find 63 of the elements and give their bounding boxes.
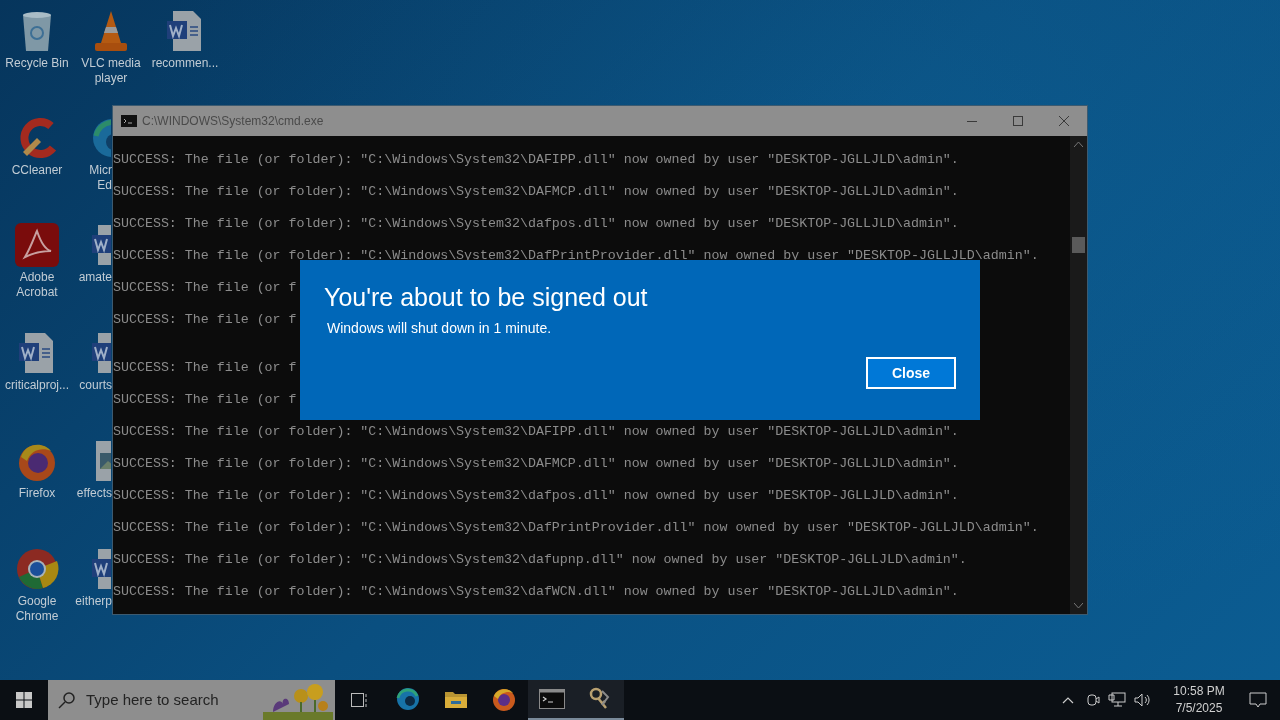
console-icon — [539, 689, 565, 709]
firefox-icon — [491, 686, 517, 712]
search-input[interactable]: Type here to search — [86, 688, 266, 712]
console-output-line: SUCCESS: The file (or folder): "C:\Windows\System32\dafupnp.dll" now owned by user "DESKTOP-JGLLJLD\admin". — [113, 552, 967, 567]
desktop-icon-label[interactable]: criticalproj... — [5, 378, 69, 393]
webcam-icon[interactable] — [1086, 692, 1100, 708]
taskbar-app-button[interactable] — [528, 680, 576, 720]
desktop-icon-label[interactable]: player — [94, 71, 128, 86]
minimize-icon — [967, 120, 977, 122]
flowers-icon — [263, 682, 333, 720]
volume-icon[interactable] — [1134, 692, 1152, 708]
desktop-icon-label[interactable]: recommen... — [151, 56, 219, 71]
desktop-icon-label[interactable]: Recycle Bin — [5, 56, 69, 71]
desktop-icon-label[interactable]: Google — [17, 594, 57, 609]
console-output-line: SUCCESS: The file (or folder): "C:\Windows\System32\DAFIPP.dll" now owned by user "DESKTOP-JGLLJLD\admin". — [113, 152, 959, 167]
clock[interactable]: 10:58 PM 7/5/2025 — [1162, 683, 1236, 717]
chevron-up-icon[interactable] — [1062, 696, 1074, 704]
scroll-down-icon[interactable] — [1074, 603, 1083, 609]
desktop-icon-label[interactable]: effects — [76, 486, 112, 501]
desktop-icon-label[interactable]: eitherp — [75, 594, 112, 609]
search-icon — [58, 691, 76, 709]
close-button[interactable]: Close — [866, 357, 956, 389]
scrollbar-thumb[interactable] — [1072, 237, 1085, 253]
desktop-icon-label[interactable]: amate — [78, 270, 112, 285]
scrollbar[interactable] — [1070, 136, 1087, 614]
console-output-line: SUCCESS: The file (or folder): "C:\Windows\System32\DAFMCP.dll" now owned by user "DESKTOP-JGLLJLD\admin". — [113, 456, 959, 471]
desktop-icon-label[interactable]: Chrome — [15, 609, 59, 624]
chrome-icon — [15, 547, 59, 591]
acrobat-icon — [15, 223, 59, 267]
console-output-line: SUCCESS: The file (or folder): "C:\Windows\System32\dafpos.dll" now owned by user "DESKTOP-JGLLJLD\admin". — [113, 488, 959, 503]
desktop-icon-label[interactable]: VLC media — [81, 56, 141, 71]
search-field[interactable]: Type here to search — [48, 680, 335, 720]
maximize-icon — [1013, 116, 1023, 126]
dialog-message: Windows will shut down in 1 minute. — [327, 319, 553, 338]
desktop-icon-label[interactable]: Ed — [97, 178, 112, 193]
scroll-up-icon[interactable] — [1074, 141, 1083, 147]
console-output-line: SUCCESS: The file (or folder): "C:\Windows\System32\dafWCN.dll" now owned by user "DESKTOP-JGLLJLD\admin". — [113, 584, 959, 599]
console-output-line: SUCCESS: The file (or folder): "C:\Windows\System32\DAFIPP.dll" now owned by user "DESKTOP-JGLLJLD\admin". — [113, 424, 959, 439]
console-output-line: SUCCESS: The file (or f — [113, 280, 297, 295]
windows-logo-icon — [16, 692, 32, 708]
dialog-title: You're about to be signed out — [324, 282, 649, 312]
desktop-icon-label[interactable]: courts — [79, 378, 112, 393]
desktop-icon-label[interactable]: CCleaner — [11, 163, 63, 178]
window-title: C:\WINDOWS\System32\cmd.exe — [142, 113, 324, 130]
task-view-icon — [351, 693, 369, 707]
folder-icon — [444, 689, 468, 709]
desktop-icon-label[interactable]: Acrobat — [16, 285, 58, 300]
keys-icon — [588, 687, 612, 711]
desktop-icon-label[interactable]: Micr — [89, 163, 112, 178]
notifications-icon — [1249, 692, 1267, 708]
close-icon — [1059, 116, 1069, 126]
desktop-icon-label[interactable]: Adobe — [19, 270, 55, 285]
console-output-line: SUCCESS: The file (or f — [113, 392, 297, 407]
console-icon — [121, 115, 137, 127]
edge-icon — [395, 686, 421, 712]
desktop-icon-label[interactable]: Firefox — [18, 486, 56, 501]
network-icon[interactable] — [1108, 692, 1126, 708]
console-output-line: SUCCESS: The file (or folder): "C:\Windows\System32\dafpos.dll" now owned by user "DESKTOP-JGLLJLD\admin". — [113, 216, 959, 231]
console-output-line: SUCCESS: The file (or folder): "C:\Windows\System32\DafPrintProvider.dll" now owned by user "DESKTOP-JGLLJLD\admin". — [113, 520, 1039, 535]
taskbar-app-button[interactable] — [576, 680, 624, 720]
console-output-line: SUCCESS: The file (or f — [113, 360, 297, 375]
console-output-line: SUCCESS: The file (or f — [113, 312, 297, 327]
console-output-line: SUCCESS: The file (or folder): "C:\Windows\System32\DAFMCP.dll" now owned by user "DESKTOP-JGLLJLD\admin". — [113, 184, 959, 199]
